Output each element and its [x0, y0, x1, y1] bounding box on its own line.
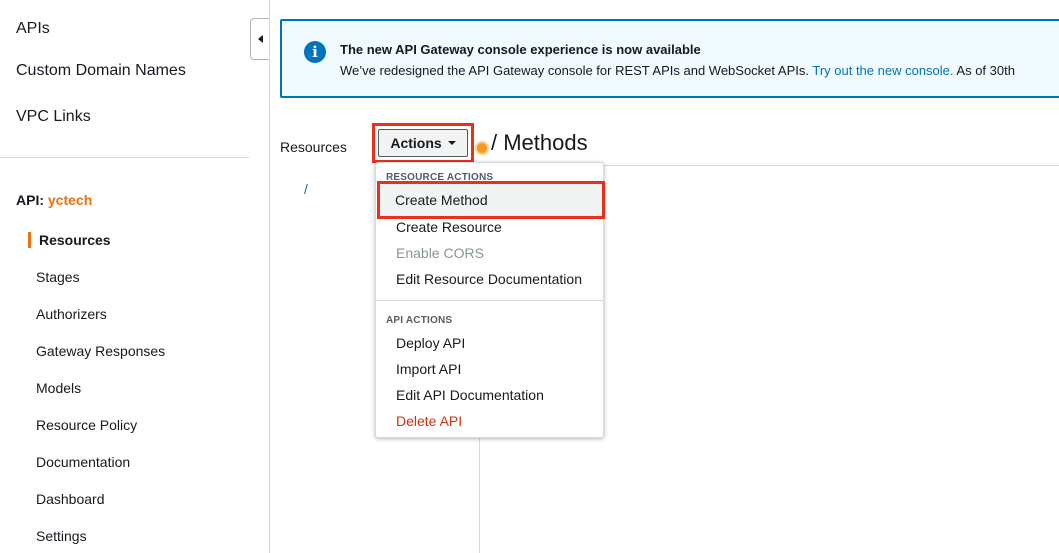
- sidebar-item-gateway-responses[interactable]: Gateway Responses: [36, 343, 165, 359]
- menu-item-edit-api-documentation[interactable]: Edit API Documentation: [396, 387, 544, 403]
- nav-vpc-links[interactable]: VPC Links: [16, 108, 91, 126]
- collapse-sidebar-button[interactable]: [250, 18, 269, 60]
- banner-text: We’ve redesigned the API Gateway console…: [340, 63, 813, 78]
- api-prefix: API:: [16, 192, 44, 208]
- left-sidebar: APIs Custom Domain Names VPC Links API: …: [0, 0, 270, 553]
- create-method-highlight-box: [377, 181, 605, 219]
- actions-dropdown-button[interactable]: Actions: [378, 129, 468, 157]
- sidebar-item-models[interactable]: Models: [36, 380, 81, 396]
- active-indicator: [28, 232, 31, 248]
- api-actions-header: API ACTIONS: [386, 315, 453, 326]
- sidebar-item-authorizers[interactable]: Authorizers: [36, 306, 107, 322]
- sidebar-divider: [0, 157, 249, 158]
- menu-item-deploy-api[interactable]: Deploy API: [396, 335, 465, 351]
- menu-divider: [376, 300, 603, 301]
- caret-left-icon: [257, 35, 263, 43]
- nav-custom-domain-names[interactable]: Custom Domain Names: [16, 62, 186, 80]
- actions-label: Actions: [390, 135, 442, 151]
- status-dot-icon: [475, 141, 489, 155]
- banner-text-suffix: As of 30th: [953, 63, 1015, 78]
- resource-tree-root[interactable]: /: [304, 181, 308, 197]
- info-icon: i: [304, 41, 326, 63]
- sidebar-item-settings[interactable]: Settings: [36, 528, 87, 544]
- sidebar-item-stages[interactable]: Stages: [36, 269, 80, 285]
- menu-item-enable-cors: Enable CORS: [396, 245, 484, 261]
- nav-apis[interactable]: APIs: [16, 20, 50, 38]
- banner-body: We’ve redesigned the API Gateway console…: [340, 63, 1015, 78]
- sidebar-item-documentation[interactable]: Documentation: [36, 454, 130, 470]
- caret-down-icon: [447, 141, 456, 145]
- menu-item-edit-resource-documentation[interactable]: Edit Resource Documentation: [396, 271, 582, 287]
- banner-title: The new API Gateway console experience i…: [340, 42, 701, 57]
- api-label: API: yctech: [16, 192, 92, 208]
- menu-item-delete-api[interactable]: Delete API: [396, 413, 462, 429]
- resources-heading: Resources: [280, 139, 347, 155]
- sidebar-item-resources[interactable]: Resources: [39, 232, 111, 248]
- info-banner: i The new API Gateway console experience…: [280, 19, 1059, 98]
- sidebar-item-resource-policy[interactable]: Resource Policy: [36, 417, 137, 433]
- menu-item-import-api[interactable]: Import API: [396, 361, 461, 377]
- api-name: yctech: [47, 192, 93, 208]
- sidebar-item-dashboard[interactable]: Dashboard: [36, 491, 105, 507]
- menu-item-create-resource[interactable]: Create Resource: [396, 219, 502, 235]
- methods-title: / Methods: [491, 130, 588, 155]
- try-new-console-link[interactable]: Try out the new console.: [812, 63, 953, 78]
